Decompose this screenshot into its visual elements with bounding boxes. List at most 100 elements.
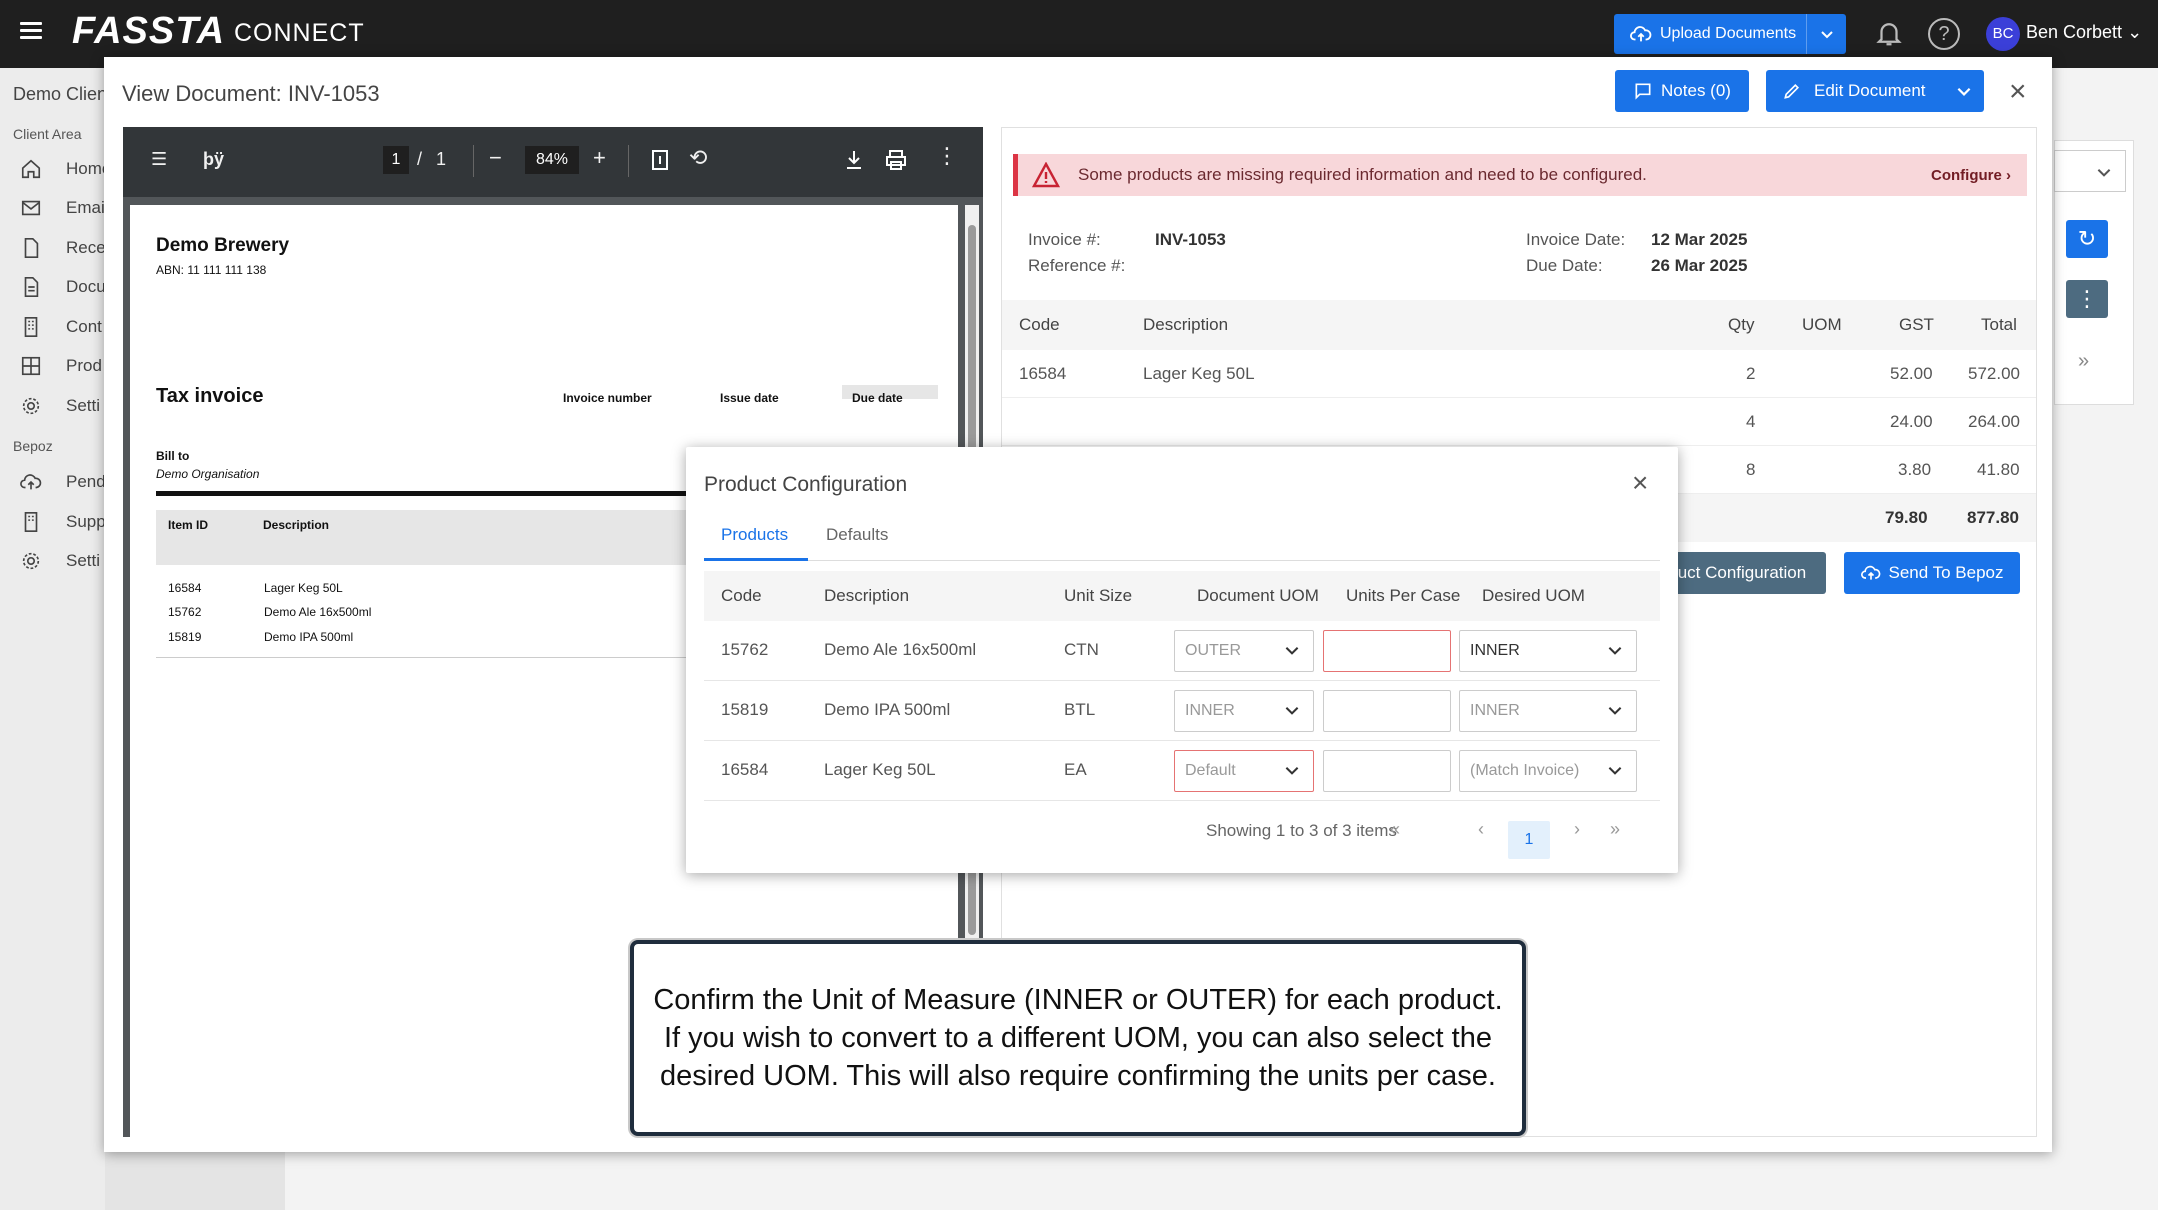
sidebar-item-documents[interactable]: Docu xyxy=(20,273,106,301)
print-icon[interactable] xyxy=(885,149,907,171)
col-code: Code xyxy=(1019,315,1060,334)
units-per-case-input[interactable] xyxy=(1323,630,1451,672)
table-row[interactable]: 16584 Lager Keg 50L 2 52.00 572.00 xyxy=(1002,350,2036,398)
sidebar-item-received[interactable]: Rece xyxy=(20,234,106,262)
sidebar-item-pending[interactable]: Pend xyxy=(20,468,106,496)
fit-page-icon[interactable] xyxy=(651,149,669,171)
sidebar-item-home[interactable]: Home xyxy=(20,155,111,183)
sidebar-item-label: Email xyxy=(66,198,109,217)
rotate-icon[interactable]: ⟲ xyxy=(689,145,707,171)
help-icon[interactable]: ? xyxy=(1928,18,1960,50)
pdf-document-title: þÿ xyxy=(203,149,225,169)
doc-item-id: 15819 xyxy=(168,630,202,644)
edit-document-button[interactable]: Edit Document xyxy=(1766,70,1984,112)
desired-uom-select[interactable]: INNER xyxy=(1459,630,1637,672)
sidebar-item-label: Prod xyxy=(66,356,102,375)
last-page-icon[interactable]: » xyxy=(1610,819,1620,840)
pdf-page-input[interactable]: 1 xyxy=(383,146,409,174)
home-icon xyxy=(21,159,41,179)
row-gst: 24.00 xyxy=(1890,412,1933,431)
sidebar-item-label: Pend xyxy=(66,472,106,491)
menu-icon[interactable] xyxy=(20,22,42,40)
units-per-case-input[interactable] xyxy=(1323,690,1451,732)
close-icon[interactable]: × xyxy=(2009,75,2027,109)
modal-title: View Document: INV-1053 xyxy=(122,81,380,106)
send-to-bepoz-button[interactable]: Send To Bepoz xyxy=(1844,552,2020,594)
double-chevron-right-icon[interactable]: » xyxy=(2078,350,2089,373)
cloud-upload-icon xyxy=(1860,565,1880,580)
previous-page-icon[interactable]: ‹ xyxy=(1478,819,1484,840)
table-row[interactable]: 4 24.00 264.00 xyxy=(1002,398,2036,446)
edit-dropdown-toggle[interactable] xyxy=(1944,70,1984,112)
toolbar-divider xyxy=(628,145,629,177)
next-page-icon[interactable]: › xyxy=(1574,819,1580,840)
background-panel xyxy=(105,1150,285,1210)
row-description: Demo IPA 500ml xyxy=(824,700,951,719)
row-code: 16584 xyxy=(721,760,769,779)
more-vertical-icon[interactable]: ⋮ xyxy=(2066,280,2108,318)
chevron-right-icon: › xyxy=(2006,166,2011,184)
doc-abn: ABN: 11 111 111 138 xyxy=(156,263,267,277)
bell-icon[interactable] xyxy=(1874,18,1904,48)
document-uom-select[interactable]: OUTER xyxy=(1174,630,1314,672)
sidebar-item-products[interactable]: Prod xyxy=(20,352,102,380)
comment-icon xyxy=(1635,83,1651,100)
desired-uom-select[interactable]: (Match Invoice) xyxy=(1459,750,1637,792)
select-value: OUTER xyxy=(1185,642,1241,659)
invoice-number-value: INV-1053 xyxy=(1155,230,1226,249)
refresh-icon[interactable]: ↻ xyxy=(2066,220,2108,258)
notes-label: Notes (0) xyxy=(1661,81,1731,100)
user-menu[interactable]: Ben Corbett ⌄ xyxy=(2026,22,2142,43)
close-icon[interactable]: × xyxy=(1632,467,1648,499)
background-select[interactable] xyxy=(2054,150,2126,192)
sidebar-item-label: Supp xyxy=(66,512,106,531)
callout-text: Confirm the Unit of Measure (INNER or OU… xyxy=(653,984,1503,1092)
col-document-uom: Document UOM xyxy=(1197,586,1319,605)
send-to-bepoz-label: Send To Bepoz xyxy=(1888,563,2004,582)
edit-document-label: Edit Document xyxy=(1814,81,1926,100)
row-qty: 2 xyxy=(1746,364,1756,383)
pdf-menu-icon[interactable]: ☰ xyxy=(151,149,167,170)
doc-issue-date-label: Issue date xyxy=(720,391,779,405)
sidebar-item-email[interactable]: Email xyxy=(20,194,109,222)
sidebar-item-contacts[interactable]: Cont xyxy=(20,313,102,341)
select-value: (Match Invoice) xyxy=(1470,762,1580,779)
zoom-out-icon[interactable]: − xyxy=(489,145,502,171)
upload-documents-button[interactable]: Upload Documents xyxy=(1614,14,1846,54)
tab-products[interactable]: Products xyxy=(721,525,788,545)
tab-defaults[interactable]: Defaults xyxy=(826,525,888,545)
row-code: 16584 xyxy=(1019,364,1067,383)
doc-item-desc: Demo Ale 16x500ml xyxy=(264,605,372,619)
zoom-level[interactable]: 84% xyxy=(525,146,579,174)
grid-icon xyxy=(21,356,41,376)
chevron-down-icon xyxy=(1608,647,1622,655)
sidebar-item-bepoz-settings[interactable]: Setti xyxy=(20,547,100,575)
first-page-icon[interactable]: « xyxy=(1390,819,1400,840)
page-number-button[interactable]: 1 xyxy=(1508,821,1550,859)
select-value: Default xyxy=(1185,762,1236,779)
sidebar-item-settings[interactable]: Setti xyxy=(20,392,100,420)
alert-message: Some products are missing required infor… xyxy=(1078,165,1647,184)
avatar[interactable]: BC xyxy=(1986,17,2020,51)
document-uom-select[interactable]: INNER xyxy=(1174,690,1314,732)
invoice-date-value: 12 Mar 2025 xyxy=(1651,230,1748,249)
notes-button[interactable]: Notes (0) xyxy=(1615,70,1749,112)
configure-link[interactable]: Configure › xyxy=(1931,167,2011,184)
row-unit-size: BTL xyxy=(1064,700,1096,719)
pagination-summary: Showing 1 to 3 of 3 items xyxy=(1206,821,1397,840)
chevron-down-icon xyxy=(1820,31,1833,39)
upload-dropdown-toggle[interactable] xyxy=(1806,14,1846,54)
more-vertical-icon[interactable]: ⋮ xyxy=(936,143,958,169)
pdf-toolbar: ☰ þÿ 1 / 1 − 84% + ⟲ ⋮ xyxy=(123,127,983,197)
invoice-number-label: Invoice #: xyxy=(1028,230,1101,249)
dialog-tabs: Products Defaults xyxy=(704,511,1660,561)
units-per-case-input[interactable] xyxy=(1323,750,1451,792)
document-icon xyxy=(24,277,39,297)
zoom-in-icon[interactable]: + xyxy=(593,145,606,171)
desired-uom-select[interactable]: INNER xyxy=(1459,690,1637,732)
line-items-header: Code Description Qty UOM GST Total xyxy=(1002,300,2036,350)
app-logo[interactable]: FASSTA xyxy=(72,10,225,53)
document-uom-select[interactable]: Default xyxy=(1174,750,1314,792)
sidebar-item-suppliers[interactable]: Supp xyxy=(20,508,106,536)
download-icon[interactable] xyxy=(844,149,864,171)
